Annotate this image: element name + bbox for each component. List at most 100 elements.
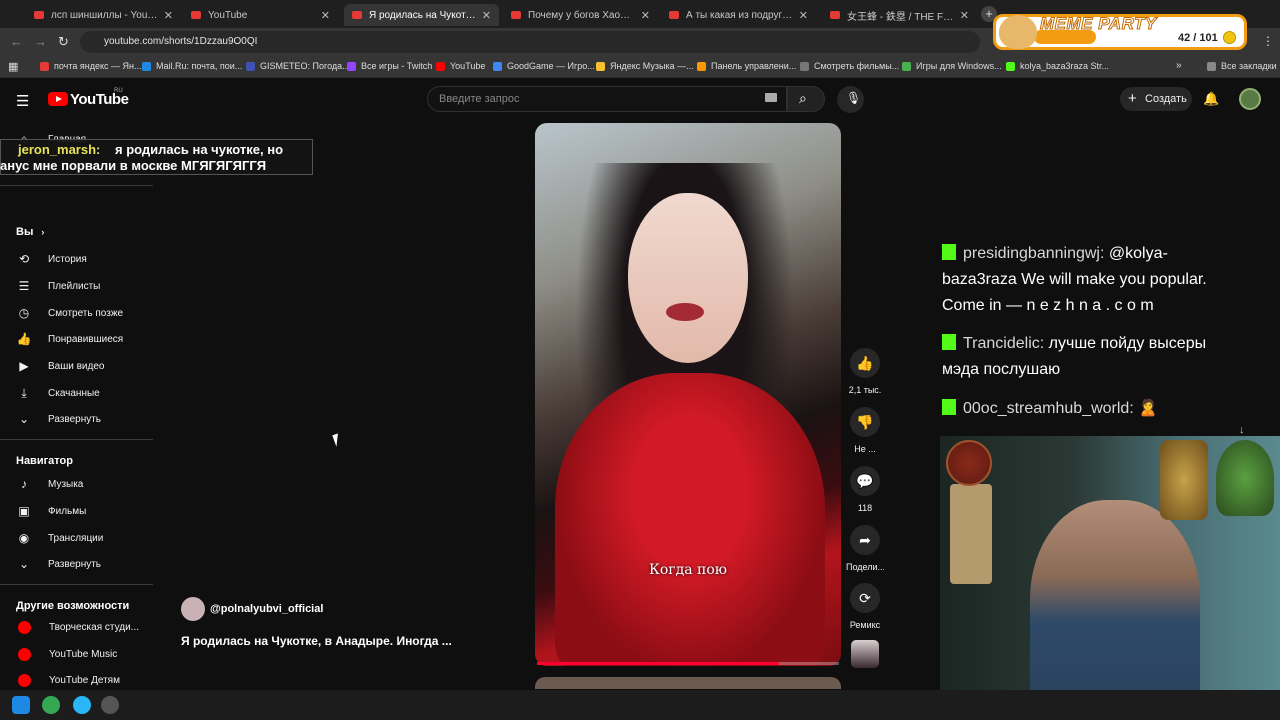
comments-button[interactable]: 💬 118 [846,466,884,513]
telegram-icon[interactable] [73,696,91,714]
sidebar-item[interactable]: 👍 Понравившиеся [16,331,124,347]
sidebar-item[interactable]: ▣ Фильмы [16,503,86,519]
channel-thumbnail[interactable] [851,640,879,668]
sidebar-item[interactable]: ▶ Ваши видео [16,358,104,374]
thumb-down-icon: 👎 [850,407,880,437]
browser-tab[interactable]: Я родилась на Чукотке, в А ✕ [344,4,499,26]
sidebar-item[interactable]: ⌄ Развернуть [16,411,101,427]
bookmark-item[interactable]: Смотреть фильмы... [800,61,899,71]
apps-grid-icon[interactable]: ▦ [8,60,18,73]
youtube-app-icon [18,674,31,687]
youtube-region: RU [114,88,123,94]
scroll-down-icon[interactable]: ↓ [1239,424,1245,436]
obs-icon[interactable] [101,696,119,714]
browser-tab[interactable]: лсп шиншиллы - YouTube ✕ [26,4,181,26]
channel-name[interactable]: @polnalyubvi_official [210,603,323,615]
bookmark-favicon-icon [246,61,255,71]
bookmark-item[interactable]: YouTube [436,61,485,71]
like-button[interactable]: 👍 2,1 тыс. [846,348,884,395]
chevron-down-icon: ⌄ [18,412,30,426]
sidebar-item[interactable]: ☰ Плейлисты [16,278,101,294]
video-title[interactable]: Я родилась на Чукотке, в Анадыре. Иногда… [181,634,452,648]
close-tab-icon[interactable]: ✕ [164,9,173,22]
channel-avatar[interactable] [181,597,205,621]
sidebar-item[interactable]: ⟲ История [16,251,87,267]
next-short-preview[interactable] [535,677,841,689]
bookmark-item[interactable]: Все игры - Twitch [347,61,432,71]
sidebar-item[interactable]: YouTube Детям [16,674,120,687]
browser-tab[interactable]: А ты какая из подруг? 😵 BEAR ✕ [661,4,816,26]
avatar[interactable] [1239,88,1261,110]
forward-button[interactable]: → [34,34,47,49]
sidebar-item[interactable]: YouTube Music [16,648,117,661]
short-video-player[interactable] [535,123,841,666]
bookmark-favicon-icon [40,61,49,71]
bookmark-item[interactable]: Яндекс Музыка —... [596,61,694,71]
remix-button[interactable]: ⟳ Ремикс [846,583,884,630]
bookmark-item[interactable]: почта яндекс — Ян... [40,61,142,71]
hamburger-menu-icon[interactable]: ☰ [16,92,29,110]
close-tab-icon[interactable]: ✕ [482,9,491,22]
share-button[interactable]: ➦ Подели... [846,525,884,572]
all-bookmarks-button[interactable]: Все закладки [1207,61,1277,71]
back-button[interactable]: ← [10,34,23,49]
folder-icon [1207,61,1216,71]
live-icon: ◉ [18,531,30,545]
youtube-icon [669,11,679,19]
windows-taskbar [0,690,1280,720]
chevron-down-icon: ⌄ [18,557,30,571]
bookmark-item[interactable]: kolya_baza3raza Str... [1006,61,1109,71]
bookmark-item[interactable]: Игры для Windows... [902,61,1002,71]
voice-search-button[interactable]: 🎙 [837,86,864,113]
reload-button[interactable]: ↻ [58,34,69,50]
sidebar-heading-other: Другие возможности [16,600,130,612]
windows-start-icon[interactable] [12,696,30,714]
bookmarks-overflow-icon[interactable]: » [1176,60,1182,71]
sidebar-item[interactable]: ◉ Трансляции [16,530,104,546]
url-field[interactable]: youtube.com/shorts/1Dzzau9O0QI [80,31,980,53]
medal-icon [1160,440,1208,520]
sidebar-item[interactable]: ⌄ Развернуть [16,556,101,572]
chrome-icon[interactable] [42,696,60,714]
bookmark-favicon-icon [436,61,445,71]
browser-menu-icon[interactable]: ⋮ [1262,34,1274,48]
bookmark-item[interactable]: GISMETEO: Погода... [246,61,350,71]
bookmark-favicon-icon [596,61,605,71]
browser-tab-label: лсп шиншиллы - YouTube [51,9,158,21]
close-tab-icon[interactable]: ✕ [799,9,808,22]
close-tab-icon[interactable]: ✕ [641,9,650,22]
film-icon: ▣ [18,504,30,518]
kick-icon [942,334,956,350]
sidebar-item[interactable]: ⤓ Скачанные [16,385,99,401]
search-button[interactable]: ⌕ [787,86,825,112]
dislike-button[interactable]: 👎 Не ... [846,407,884,454]
notifications-bell-icon[interactable]: 🔔 [1203,91,1219,107]
browser-tab-label: YouTube [208,9,248,21]
bookmark-favicon-icon [697,61,706,71]
stream-chat-message: presidingbanningwj: @kolya-baza3raza We … [942,244,1207,314]
bookmark-item[interactable]: Панель управлени... [697,61,796,71]
bookmark-item[interactable]: Mail.Ru: почта, пои... [142,61,242,71]
keyboard-icon[interactable] [765,93,777,102]
sidebar-item[interactable]: ◷ Смотреть позже [16,305,123,321]
browser-tab[interactable]: 女王蜂 - 鉄塁 / THE FIRST TAKE ✕ [822,4,977,26]
sidebar-item[interactable]: Творческая студи... [16,621,139,634]
bookmark-favicon-icon [902,61,911,71]
mouse-cursor [332,431,348,447]
chevron-right-icon: › [41,227,45,237]
music-icon: ♪ [21,477,27,491]
browser-tab[interactable]: Почему у богов Хаоса такие и ✕ [503,4,658,26]
close-tab-icon[interactable]: ✕ [960,9,969,22]
playlists-icon: ☰ [18,279,30,293]
sidebar-divider [0,439,153,440]
sidebar-heading-you[interactable]: Вы › [16,226,44,238]
create-button[interactable]: + Создать [1120,87,1192,111]
video-frame-lips [666,303,704,321]
browser-tab[interactable]: YouTube ✕ [183,4,338,26]
close-tab-icon[interactable]: ✕ [321,9,330,22]
sidebar-item[interactable]: ♪ Музыка [16,476,83,492]
video-frame-fur [555,373,825,666]
video-progress-fill [537,662,779,665]
bookmark-item[interactable]: GoodGame — Игро... [493,61,595,71]
youtube-logo-icon[interactable] [48,92,68,106]
